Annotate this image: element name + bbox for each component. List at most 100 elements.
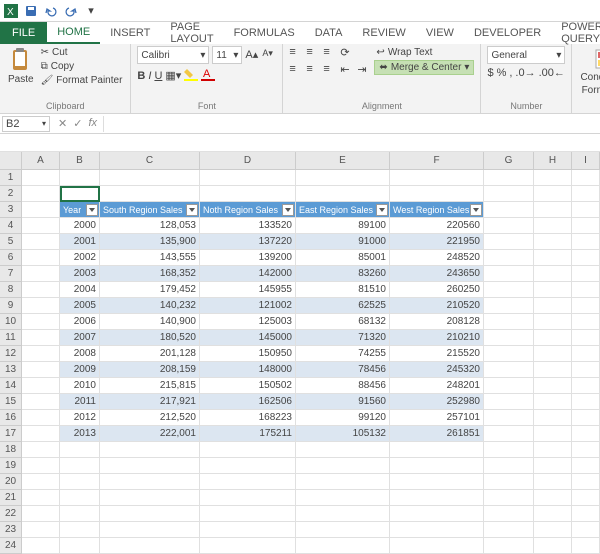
cell[interactable]: [572, 410, 600, 426]
cell[interactable]: [572, 314, 600, 330]
cell[interactable]: [100, 458, 200, 474]
cell[interactable]: [572, 298, 600, 314]
row-header[interactable]: 1: [0, 170, 22, 186]
filter-dropdown-icon[interactable]: [282, 204, 294, 216]
col-header[interactable]: A: [22, 152, 60, 170]
cell[interactable]: [534, 378, 572, 394]
row-header[interactable]: 8: [0, 282, 22, 298]
cell[interactable]: [22, 202, 60, 218]
cell[interactable]: [60, 474, 100, 490]
cell[interactable]: [572, 458, 600, 474]
cell[interactable]: [572, 170, 600, 186]
cell[interactable]: [572, 330, 600, 346]
cell[interactable]: [484, 378, 534, 394]
cell[interactable]: [200, 490, 296, 506]
cell[interactable]: [534, 522, 572, 538]
table-cell[interactable]: 2011: [60, 394, 100, 410]
cell[interactable]: [534, 394, 572, 410]
cell[interactable]: [484, 298, 534, 314]
table-cell[interactable]: 179,452: [100, 282, 200, 298]
table-cell[interactable]: 81510: [296, 282, 390, 298]
cell[interactable]: [22, 394, 60, 410]
row-header[interactable]: 13: [0, 362, 22, 378]
table-cell[interactable]: 201,128: [100, 346, 200, 362]
table-cell[interactable]: 245320: [390, 362, 484, 378]
cell[interactable]: [572, 346, 600, 362]
cell[interactable]: [484, 506, 534, 522]
accounting-format-button[interactable]: $: [487, 67, 493, 79]
cell[interactable]: [572, 506, 600, 522]
cell[interactable]: [296, 474, 390, 490]
cell[interactable]: [572, 474, 600, 490]
cell[interactable]: [100, 522, 200, 538]
cell[interactable]: [534, 346, 572, 362]
tab-view[interactable]: VIEW: [416, 22, 464, 44]
cell[interactable]: [100, 186, 200, 202]
comma-format-button[interactable]: ,: [509, 67, 512, 79]
spreadsheet-grid[interactable]: A B C D E F G H I 123YearSouth Region Sa…: [0, 152, 600, 554]
table-cell[interactable]: 208,159: [100, 362, 200, 378]
table-cell[interactable]: 99120: [296, 410, 390, 426]
conditional-formatting-button[interactable]: Conditional Formatting: [578, 46, 600, 98]
table-cell[interactable]: 2009: [60, 362, 100, 378]
col-header[interactable]: H: [534, 152, 572, 170]
align-left-icon[interactable]: ≡: [289, 63, 303, 77]
col-header[interactable]: I: [572, 152, 600, 170]
table-cell[interactable]: 71320: [296, 330, 390, 346]
shrink-font-icon[interactable]: A▾: [262, 48, 276, 62]
copy-button[interactable]: ⧉Copy: [39, 60, 125, 73]
filter-dropdown-icon[interactable]: [186, 204, 198, 216]
table-cell[interactable]: 140,900: [100, 314, 200, 330]
cell[interactable]: [534, 490, 572, 506]
cell[interactable]: [572, 186, 600, 202]
table-cell[interactable]: 210520: [390, 298, 484, 314]
row-header[interactable]: 2: [0, 186, 22, 202]
row-header[interactable]: 9: [0, 298, 22, 314]
row-header[interactable]: 17: [0, 426, 22, 442]
save-icon[interactable]: [24, 4, 38, 18]
col-header[interactable]: D: [200, 152, 296, 170]
cell[interactable]: [484, 314, 534, 330]
cell[interactable]: [60, 490, 100, 506]
table-cell[interactable]: 180,520: [100, 330, 200, 346]
col-header[interactable]: F: [390, 152, 484, 170]
table-cell[interactable]: 145955: [200, 282, 296, 298]
qat-more-icon[interactable]: ▾: [84, 4, 98, 18]
row-header[interactable]: 24: [0, 538, 22, 554]
align-center-icon[interactable]: ≡: [306, 63, 320, 77]
cell[interactable]: [296, 186, 390, 202]
cell[interactable]: [534, 218, 572, 234]
table-header-north[interactable]: Noth Region Sales: [200, 202, 296, 218]
cell[interactable]: [484, 186, 534, 202]
cell[interactable]: [22, 426, 60, 442]
col-header[interactable]: C: [100, 152, 200, 170]
cell[interactable]: [22, 346, 60, 362]
cell[interactable]: [296, 522, 390, 538]
cell[interactable]: [200, 474, 296, 490]
tab-page-layout[interactable]: PAGE LAYOUT: [160, 22, 223, 44]
cell[interactable]: [22, 250, 60, 266]
col-header[interactable]: B: [60, 152, 100, 170]
cell[interactable]: [296, 442, 390, 458]
cell[interactable]: [296, 538, 390, 554]
cell[interactable]: [100, 490, 200, 506]
table-cell[interactable]: 135,900: [100, 234, 200, 250]
cell[interactable]: [484, 410, 534, 426]
cell[interactable]: [572, 538, 600, 554]
table-cell[interactable]: 85001: [296, 250, 390, 266]
table-cell[interactable]: 220560: [390, 218, 484, 234]
table-cell[interactable]: 2010: [60, 378, 100, 394]
cell[interactable]: [534, 410, 572, 426]
table-cell[interactable]: 243650: [390, 266, 484, 282]
orientation-icon[interactable]: ⟳: [340, 46, 354, 60]
decrease-decimal-icon[interactable]: .00←: [539, 67, 565, 79]
cell[interactable]: [572, 442, 600, 458]
cancel-icon[interactable]: ✕: [58, 117, 67, 130]
cell[interactable]: [572, 250, 600, 266]
cell[interactable]: [484, 458, 534, 474]
row-header[interactable]: 21: [0, 490, 22, 506]
cell[interactable]: [22, 298, 60, 314]
cell[interactable]: [572, 362, 600, 378]
cell[interactable]: [534, 330, 572, 346]
redo-icon[interactable]: [64, 4, 78, 18]
